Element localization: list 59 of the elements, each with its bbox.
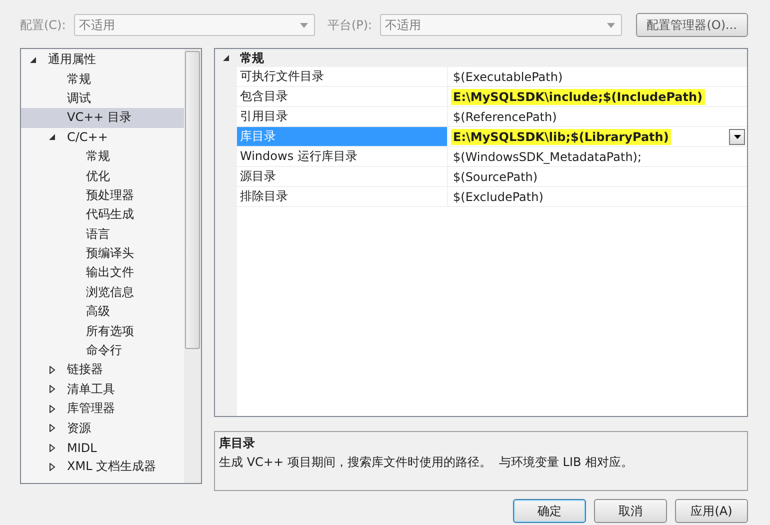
tree-item[interactable]: 高级: [21, 302, 184, 322]
expanded-icon[interactable]: [222, 54, 230, 62]
collapsed-icon[interactable]: [48, 404, 56, 413]
collapsed-icon[interactable]: [48, 385, 56, 394]
scrollbar[interactable]: [184, 49, 201, 483]
tree-item[interactable]: 常规: [21, 146, 184, 166]
property-name[interactable]: Windows 运行库目录: [237, 147, 448, 166]
tree-item[interactable]: 常规: [21, 69, 184, 89]
tree-item[interactable]: 预编译头: [21, 244, 184, 264]
tree-item[interactable]: 输出文件: [21, 263, 184, 283]
expanded-icon[interactable]: [29, 56, 37, 64]
description-title: 库目录: [219, 435, 256, 452]
property-value[interactable]: $(SourcePath): [451, 168, 540, 184]
property-value[interactable]: $(ReferencePath): [451, 108, 559, 124]
category-label: 常规: [239, 50, 264, 66]
caret-icon: [606, 22, 615, 28]
description-text: 生成 VC++ 项目期间，搜索库文件时使用的路径。 与环境变量 LIB 相对应。: [219, 454, 634, 472]
property-value[interactable]: $(ExcludePath): [451, 188, 546, 204]
caret-icon: [734, 134, 740, 138]
configuration-manager-button[interactable]: 配置管理器(O)...: [636, 13, 748, 37]
dialog-button[interactable]: 确定: [513, 499, 586, 523]
expanded-icon[interactable]: [48, 133, 56, 142]
dialog-button[interactable]: 应用(A): [675, 499, 748, 523]
tree-item[interactable]: 清单工具: [21, 380, 184, 400]
collapsed-icon[interactable]: [48, 444, 56, 452]
property-value[interactable]: E:\MySQLSDK\include;$(IncludePath): [451, 88, 705, 104]
tree-item[interactable]: 预处理器: [21, 186, 184, 206]
tree-item[interactable]: 所有选项: [21, 321, 184, 341]
tree-item[interactable]: 通用属性: [21, 50, 184, 70]
platform-label: 平台(P):: [327, 16, 372, 34]
collapsed-icon[interactable]: [48, 366, 56, 374]
tree-item[interactable]: 浏览信息: [21, 282, 184, 302]
collapsed-icon[interactable]: [48, 424, 56, 432]
property-name[interactable]: 可执行文件目录: [237, 67, 448, 86]
tree-item[interactable]: MIDL: [21, 438, 184, 458]
property-value[interactable]: $(ExecutablePath): [451, 68, 565, 84]
platform-dropdown[interactable]: 不适用: [380, 14, 622, 36]
config-dropdown[interactable]: 不适用: [74, 14, 316, 36]
tree-item[interactable]: 优化: [21, 166, 184, 186]
collapsed-icon[interactable]: [48, 462, 56, 471]
caret-icon: [300, 22, 308, 28]
tree-item[interactable]: 命令行: [21, 340, 184, 360]
tree-item[interactable]: C/C++: [21, 128, 184, 147]
dropdown-button[interactable]: [729, 128, 745, 144]
property-name[interactable]: 源目录: [237, 167, 448, 186]
config-label: 配置(C):: [20, 16, 66, 34]
property-value[interactable]: $(WindowsSDK_MetadataPath);: [451, 148, 644, 164]
property-name[interactable]: 排除目录: [237, 187, 448, 206]
tree-item[interactable]: VC++ 目录: [21, 108, 184, 128]
tree-item[interactable]: XML 文档生成器: [21, 457, 184, 477]
tree-item[interactable]: 调试: [21, 88, 184, 108]
dialog-button[interactable]: 取消: [594, 499, 667, 523]
tree-item[interactable]: 库管理器: [21, 399, 184, 418]
tree-item[interactable]: 链接器: [21, 360, 184, 380]
property-name[interactable]: 包含目录: [237, 87, 448, 106]
property-value[interactable]: E:\MySQLSDK\lib;$(LibraryPath): [451, 128, 671, 144]
tree-item[interactable]: 语言: [21, 224, 184, 244]
tree-item[interactable]: 资源: [21, 418, 184, 438]
tree-item[interactable]: 代码生成: [21, 205, 184, 225]
